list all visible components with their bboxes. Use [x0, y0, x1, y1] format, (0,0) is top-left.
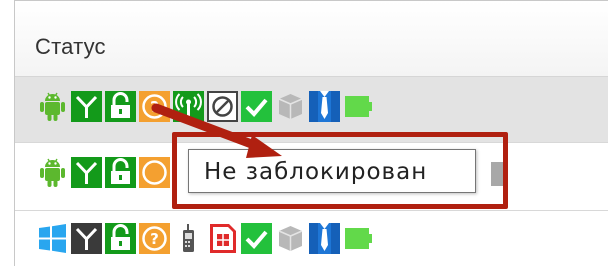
question-icon: ?: [139, 222, 170, 254]
check-icon: [241, 90, 272, 122]
question-icon: [139, 156, 170, 188]
person-tie-icon: [309, 90, 340, 122]
antenna-icon: [71, 156, 102, 188]
person-tie-icon: [309, 222, 340, 254]
column-header-label: Статус: [35, 34, 106, 59]
antenna-icon: [71, 222, 102, 254]
battery-full-icon: [343, 91, 374, 122]
battery-full-icon: [343, 223, 374, 254]
check-icon: [241, 222, 272, 254]
svg-text:?: ?: [150, 230, 159, 248]
column-header[interactable]: Статус: [15, 1, 608, 77]
table-row[interactable]: ?: [15, 211, 608, 266]
lock-open-icon: [105, 222, 136, 254]
gray-box-icon: [275, 91, 306, 122]
android-icon: [37, 157, 68, 188]
windows-icon: [37, 223, 68, 254]
phone-icon: [173, 223, 204, 254]
antenna-icon: [71, 90, 102, 122]
lock-open-icon: [105, 90, 136, 122]
highlight-frame: [172, 132, 508, 209]
lock-open-icon: [105, 156, 136, 188]
wireless-icon: [173, 90, 204, 122]
android-icon: [37, 91, 68, 122]
sim-card-icon: [207, 223, 238, 254]
blocked-circle-icon: [207, 90, 238, 122]
gray-box-icon: [275, 223, 306, 254]
question-icon: ?: [139, 90, 170, 122]
svg-text:?: ?: [150, 98, 159, 116]
